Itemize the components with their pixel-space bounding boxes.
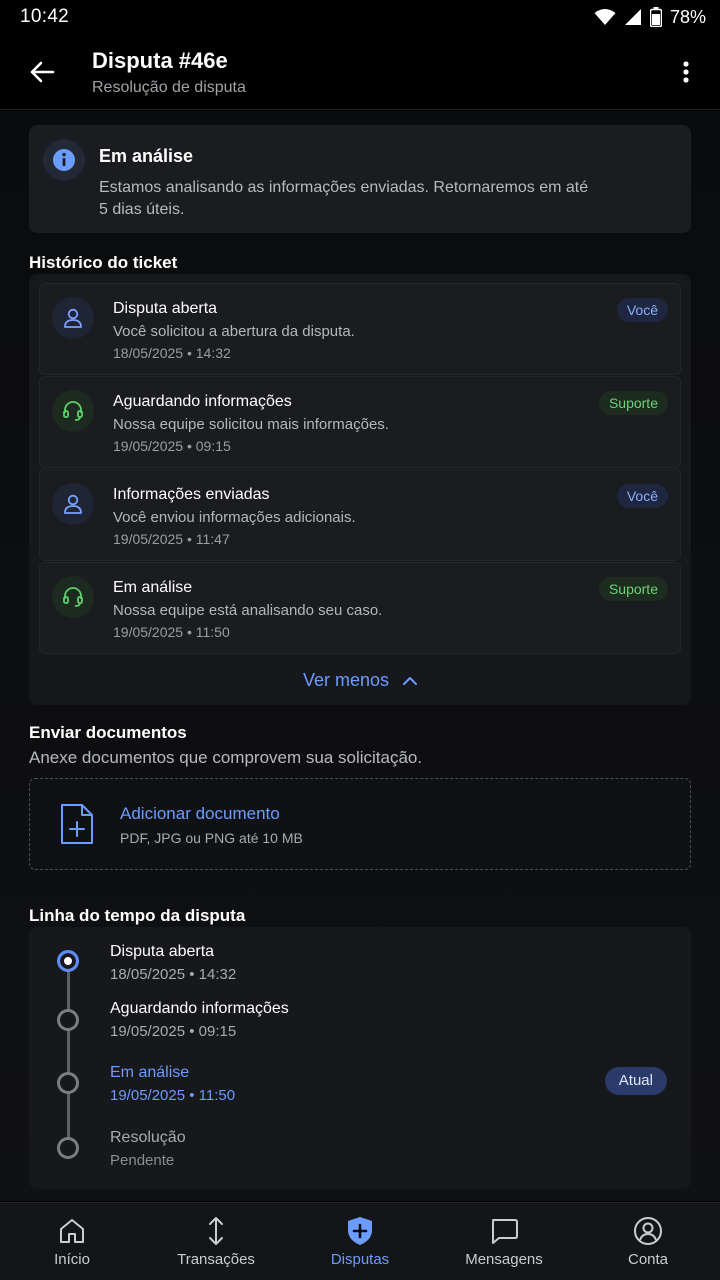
signal-icon (624, 9, 641, 25)
timeline-dot (57, 1009, 79, 1031)
transfer-icon (209, 1217, 223, 1245)
history-item: Disputa aberta Você solicitou a abertura… (39, 283, 681, 375)
avatar (52, 576, 94, 618)
history-item-description: Você enviou informações adicionais. (113, 509, 356, 526)
status-time: 10:42 (20, 6, 70, 27)
timeline-step-title: Disputa aberta (110, 943, 215, 960)
more-vertical-icon (683, 61, 689, 83)
back-button[interactable] (22, 54, 62, 90)
avatar (52, 390, 94, 432)
history-item-date: 19/05/2025 • 11:50 (113, 624, 230, 640)
more-options-button[interactable] (670, 56, 702, 88)
history-item: Informações enviadas Você enviou informa… (39, 469, 681, 561)
timeline-step-date: 19/05/2025 • 11:50 (110, 1087, 236, 1104)
nav-item-transacoes[interactable]: Transações (144, 1203, 288, 1280)
timeline-step-date: 19/05/2025 • 09:15 (110, 1023, 237, 1040)
status-description: Estamos analisando as informações enviad… (99, 179, 589, 218)
timeline-step-date: Pendente (110, 1152, 175, 1169)
history-item-title: Em análise (113, 579, 193, 596)
author-badge: Você (616, 298, 668, 322)
history-item-description: Você solicitou a abertura da disputa. (113, 323, 355, 340)
battery-level: 78% (669, 6, 706, 27)
timeline-line (67, 963, 70, 1149)
timeline-step-title: Aguardando informações (110, 1000, 289, 1017)
ticket-history: Disputa aberta Você solicitou a abertura… (29, 274, 691, 705)
history-item-title: Informações enviadas (113, 486, 270, 503)
page-title: Disputa #46e (92, 48, 228, 73)
info-icon-container (43, 139, 85, 181)
file-plus-icon (61, 804, 93, 844)
upload-hint: PDF, JPG ou PNG até 10 MB (120, 830, 303, 846)
timeline-title: Linha do tempo da disputa (29, 906, 246, 925)
avatar (52, 297, 94, 339)
add-document-label: Adicionar documento (120, 804, 280, 823)
user-icon (64, 494, 82, 514)
shield-plus-icon (348, 1217, 372, 1245)
timeline-dot (57, 1072, 79, 1094)
avatar (52, 483, 94, 525)
upload-subtitle: Anexe documentos que comprovem sua solic… (29, 748, 423, 767)
page-subtitle: Resolução de disputa (92, 79, 246, 96)
nav-item-mensagens[interactable]: Mensagens (432, 1203, 576, 1280)
status-card: Em análise Estamos analisando as informa… (29, 125, 691, 233)
show-less-button[interactable]: Ver menos (29, 665, 691, 695)
dispute-timeline: Disputa aberta 18/05/2025 • 14:32 Aguard… (29, 927, 691, 1189)
timeline-dot (57, 1137, 79, 1159)
nav-label: Conta (627, 1251, 669, 1268)
status-bar: 10:42 78% (0, 0, 720, 34)
wifi-icon (594, 9, 616, 25)
history-item-description: Nossa equipe solicitou mais informações. (113, 416, 389, 433)
chat-icon (492, 1219, 518, 1244)
history-item-date: 19/05/2025 • 11:47 (113, 531, 230, 547)
battery-icon (649, 7, 662, 27)
history-item-title: Disputa aberta (113, 300, 218, 317)
upload-title: Enviar documentos (29, 723, 187, 742)
add-document-button[interactable]: Adicionar documento PDF, JPG ou PNG até … (29, 778, 691, 870)
history-item: Aguardando informações Nossa equipe soli… (39, 376, 681, 468)
home-icon (60, 1219, 84, 1243)
status-title: Em análise (99, 146, 194, 166)
nav-item-inicio[interactable]: Início (0, 1203, 144, 1280)
nav-label: Mensagens (465, 1251, 543, 1268)
content: Em análise Estamos analisando as informa… (0, 111, 720, 1201)
nav-label: Transações (177, 1251, 255, 1268)
author-badge: Suporte (598, 577, 668, 601)
history-item-date: 18/05/2025 • 14:32 (113, 345, 231, 361)
history-item-description: Nossa equipe está analisando seu caso. (113, 602, 383, 619)
nav-label: Início (54, 1251, 90, 1268)
history-item: Em análise Nossa equipe está analisando … (39, 562, 681, 654)
headset-icon (63, 587, 83, 607)
nav-item-disputas[interactable]: Disputas (288, 1203, 432, 1280)
timeline-step-date: 18/05/2025 • 14:32 (110, 966, 237, 983)
history-item-date: 19/05/2025 • 09:15 (113, 438, 231, 454)
headset-icon (63, 401, 83, 421)
current-badge: Atual (604, 1067, 667, 1095)
history-title: Histórico do ticket (29, 253, 178, 272)
author-badge: Você (616, 484, 668, 508)
user-icon (64, 308, 82, 328)
account-icon (634, 1217, 662, 1245)
timeline-step-title: Resolução (110, 1129, 186, 1146)
arrow-left-icon (30, 61, 55, 83)
timeline-dot-active (57, 950, 79, 972)
info-icon (53, 149, 75, 171)
status-icons: 78% (594, 7, 706, 28)
author-badge: Suporte (598, 391, 668, 415)
app-bar: Disputa #46e Resolução de disputa (0, 34, 720, 110)
show-less-label: Ver menos (302, 669, 390, 690)
bottom-navigation: Início Transações Disputas Mensagens Con… (0, 1202, 720, 1280)
timeline-step-title: Em análise (110, 1064, 190, 1081)
nav-label: Disputas (330, 1251, 390, 1268)
nav-item-conta[interactable]: Conta (576, 1203, 720, 1280)
chevron-up-icon (403, 676, 418, 685)
history-item-title: Aguardando informações (113, 393, 292, 410)
